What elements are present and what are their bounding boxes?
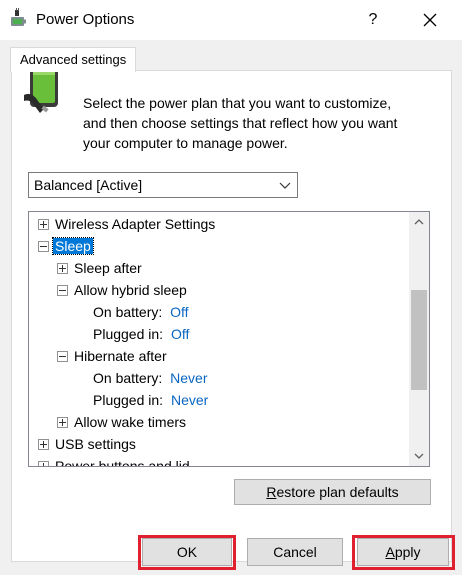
intro-text: Select the power plan that you want to c…	[83, 93, 423, 153]
expand-icon[interactable]	[38, 439, 49, 450]
apply-access-key: A	[385, 544, 395, 560]
title-bar: Power Options ?	[0, 0, 462, 40]
tree-item-hybrid-sleep[interactable]: Allow hybrid sleep	[57, 279, 187, 301]
close-icon	[423, 13, 437, 27]
tree-item-sleep-after[interactable]: Sleep after	[57, 257, 142, 279]
power-options-icon	[11, 8, 26, 26]
scroll-thumb[interactable]	[411, 290, 427, 390]
cancel-button[interactable]: Cancel	[247, 538, 343, 566]
tree-label-hibernate-after: Hibernate after	[74, 348, 167, 364]
tree-item-sleep[interactable]: Sleep	[38, 235, 94, 257]
expand-icon[interactable]	[38, 219, 49, 230]
hybrid-battery-value[interactable]: Off	[170, 304, 188, 320]
tree-label-sleep: Sleep	[52, 237, 94, 255]
tree-label-wake-timers: Allow wake timers	[74, 414, 187, 430]
hibernate-battery-label: On battery:	[93, 370, 163, 386]
power-plan-value: Balanced [Active]	[34, 177, 143, 193]
expand-icon[interactable]	[57, 263, 68, 274]
restore-access-key: R	[266, 484, 277, 500]
tree-label-sleep-after: Sleep after	[74, 260, 142, 276]
expand-icon[interactable]	[38, 461, 49, 466]
apply-button[interactable]: Apply	[357, 538, 449, 566]
tree-label-power-buttons: Power buttons and lid	[55, 458, 190, 467]
close-button[interactable]	[412, 6, 448, 34]
collapse-icon[interactable]	[57, 351, 68, 362]
tree-item-hibernate-after[interactable]: Hibernate after	[57, 345, 167, 367]
tree-item-hibernate-plugged-in[interactable]: Plugged in: Never	[93, 389, 208, 411]
scroll-up-icon[interactable]	[409, 212, 429, 232]
scroll-down-icon[interactable]	[409, 446, 429, 466]
tree-label-wireless: Wireless Adapter Settings	[55, 216, 216, 232]
help-button[interactable]: ?	[358, 6, 388, 34]
hybrid-plugged-value[interactable]: Off	[171, 326, 189, 342]
hibernate-plugged-value[interactable]: Never	[171, 392, 208, 408]
tree-item-wireless[interactable]: Wireless Adapter Settings	[38, 213, 215, 235]
tree-item-hybrid-on-battery[interactable]: On battery: Off	[93, 301, 189, 323]
tree-item-usb[interactable]: USB settings	[38, 433, 136, 455]
intro-line-1: Select the power plan that you want to c…	[83, 95, 392, 111]
tree-label-hybrid-sleep: Allow hybrid sleep	[74, 282, 187, 298]
restore-plan-defaults-button[interactable]: Restore plan defaults	[234, 479, 431, 505]
restore-label: estore plan defaults	[276, 484, 399, 500]
tab-advanced-settings[interactable]: Advanced settings	[10, 47, 137, 72]
chevron-down-icon	[279, 182, 291, 189]
tree-label-usb: USB settings	[55, 436, 136, 452]
hybrid-plugged-label: Plugged in:	[93, 326, 164, 342]
tree-item-hybrid-plugged-in[interactable]: Plugged in: Off	[93, 323, 189, 345]
collapse-icon[interactable]	[38, 241, 49, 252]
tree-scrollbar[interactable]	[409, 212, 429, 466]
apply-label: pply	[394, 544, 421, 560]
window-title: Power Options	[36, 11, 135, 28]
expand-icon[interactable]	[57, 417, 68, 428]
intro-line-3: your computer to manage power.	[83, 135, 288, 151]
hibernate-battery-value[interactable]: Never	[170, 370, 207, 386]
hibernate-plugged-label: Plugged in:	[93, 392, 164, 408]
ok-button[interactable]: OK	[142, 538, 232, 566]
power-plan-select[interactable]: Balanced [Active]	[28, 172, 298, 198]
tree-item-power-buttons[interactable]: Power buttons and lid	[38, 455, 190, 467]
intro-line-2: and then choose settings that reflect ho…	[83, 115, 398, 131]
settings-tree[interactable]: Wireless Adapter Settings Sleep Sleep af…	[28, 211, 430, 467]
tree-item-hibernate-on-battery[interactable]: On battery: Never	[93, 367, 208, 389]
collapse-icon[interactable]	[57, 285, 68, 296]
hybrid-battery-label: On battery:	[93, 304, 163, 320]
tree-item-wake-timers[interactable]: Allow wake timers	[57, 411, 186, 433]
